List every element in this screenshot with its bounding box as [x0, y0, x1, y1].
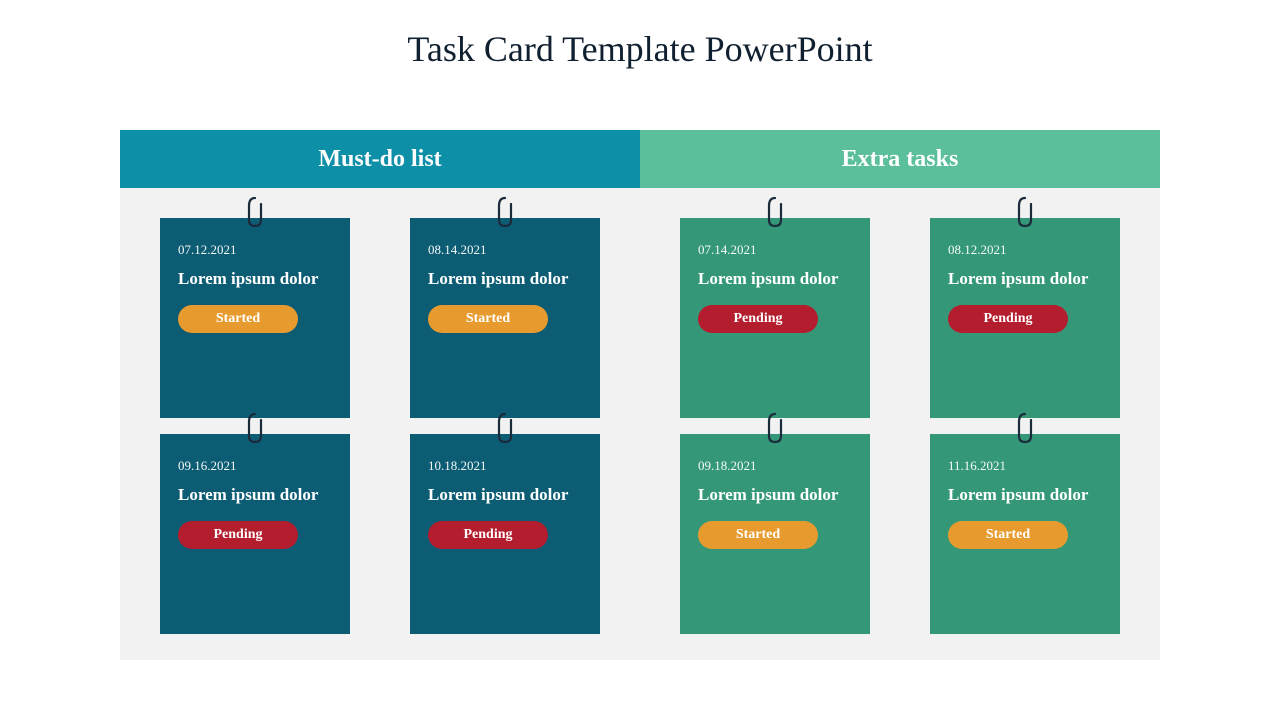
- card-body: 07.14.2021 Lorem ipsum dolor Pending: [680, 218, 870, 418]
- column-body: 07.12.2021 Lorem ipsum dolor Started 08.…: [120, 188, 640, 660]
- paperclip-icon: [765, 196, 785, 233]
- card-title: Lorem ipsum dolor: [428, 484, 582, 507]
- card-date: 09.16.2021: [178, 458, 332, 474]
- card-body: 08.12.2021 Lorem ipsum dolor Pending: [930, 218, 1120, 418]
- paperclip-icon: [245, 196, 265, 233]
- task-board: Must-do list 07.12.2021 Lorem ipsum dolo…: [120, 130, 1160, 660]
- task-card: 10.18.2021 Lorem ipsum dolor Pending: [410, 434, 600, 640]
- paperclip-icon: [1015, 196, 1035, 233]
- card-title: Lorem ipsum dolor: [698, 268, 852, 291]
- status-badge: Started: [948, 521, 1068, 549]
- card-title: Lorem ipsum dolor: [948, 268, 1102, 291]
- card-title: Lorem ipsum dolor: [178, 484, 332, 507]
- card-body: 07.12.2021 Lorem ipsum dolor Started: [160, 218, 350, 418]
- card-body: 09.18.2021 Lorem ipsum dolor Started: [680, 434, 870, 634]
- paperclip-icon: [495, 196, 515, 233]
- card-body: 09.16.2021 Lorem ipsum dolor Pending: [160, 434, 350, 634]
- status-badge: Started: [178, 305, 298, 333]
- card-body: 10.18.2021 Lorem ipsum dolor Pending: [410, 434, 600, 634]
- paperclip-icon: [495, 412, 515, 449]
- status-badge: Pending: [948, 305, 1068, 333]
- task-card: 09.16.2021 Lorem ipsum dolor Pending: [160, 434, 350, 640]
- status-badge: Pending: [698, 305, 818, 333]
- card-title: Lorem ipsum dolor: [428, 268, 582, 291]
- card-date: 10.18.2021: [428, 458, 582, 474]
- status-badge: Started: [428, 305, 548, 333]
- task-card: 11.16.2021 Lorem ipsum dolor Started: [930, 434, 1120, 640]
- paperclip-icon: [245, 412, 265, 449]
- card-date: 09.18.2021: [698, 458, 852, 474]
- card-date: 11.16.2021: [948, 458, 1102, 474]
- card-title: Lorem ipsum dolor: [948, 484, 1102, 507]
- task-card: 07.12.2021 Lorem ipsum dolor Started: [160, 218, 350, 424]
- column-header: Must-do list: [120, 130, 640, 188]
- column-extra-tasks: Extra tasks 07.14.2021 Lorem ipsum dolor…: [640, 130, 1160, 660]
- paperclip-icon: [1015, 412, 1035, 449]
- card-body: 08.14.2021 Lorem ipsum dolor Started: [410, 218, 600, 418]
- status-badge: Pending: [428, 521, 548, 549]
- card-title: Lorem ipsum dolor: [178, 268, 332, 291]
- card-date: 07.14.2021: [698, 242, 852, 258]
- column-header: Extra tasks: [640, 130, 1160, 188]
- task-card: 08.12.2021 Lorem ipsum dolor Pending: [930, 218, 1120, 424]
- card-date: 08.12.2021: [948, 242, 1102, 258]
- card-title: Lorem ipsum dolor: [698, 484, 852, 507]
- card-body: 11.16.2021 Lorem ipsum dolor Started: [930, 434, 1120, 634]
- task-card: 09.18.2021 Lorem ipsum dolor Started: [680, 434, 870, 640]
- task-card: 08.14.2021 Lorem ipsum dolor Started: [410, 218, 600, 424]
- task-card: 07.14.2021 Lorem ipsum dolor Pending: [680, 218, 870, 424]
- status-badge: Pending: [178, 521, 298, 549]
- column-must-do: Must-do list 07.12.2021 Lorem ipsum dolo…: [120, 130, 640, 660]
- paperclip-icon: [765, 412, 785, 449]
- card-date: 07.12.2021: [178, 242, 332, 258]
- slide-title: Task Card Template PowerPoint: [0, 0, 1280, 70]
- card-date: 08.14.2021: [428, 242, 582, 258]
- status-badge: Started: [698, 521, 818, 549]
- column-body: 07.14.2021 Lorem ipsum dolor Pending 08.…: [640, 188, 1160, 660]
